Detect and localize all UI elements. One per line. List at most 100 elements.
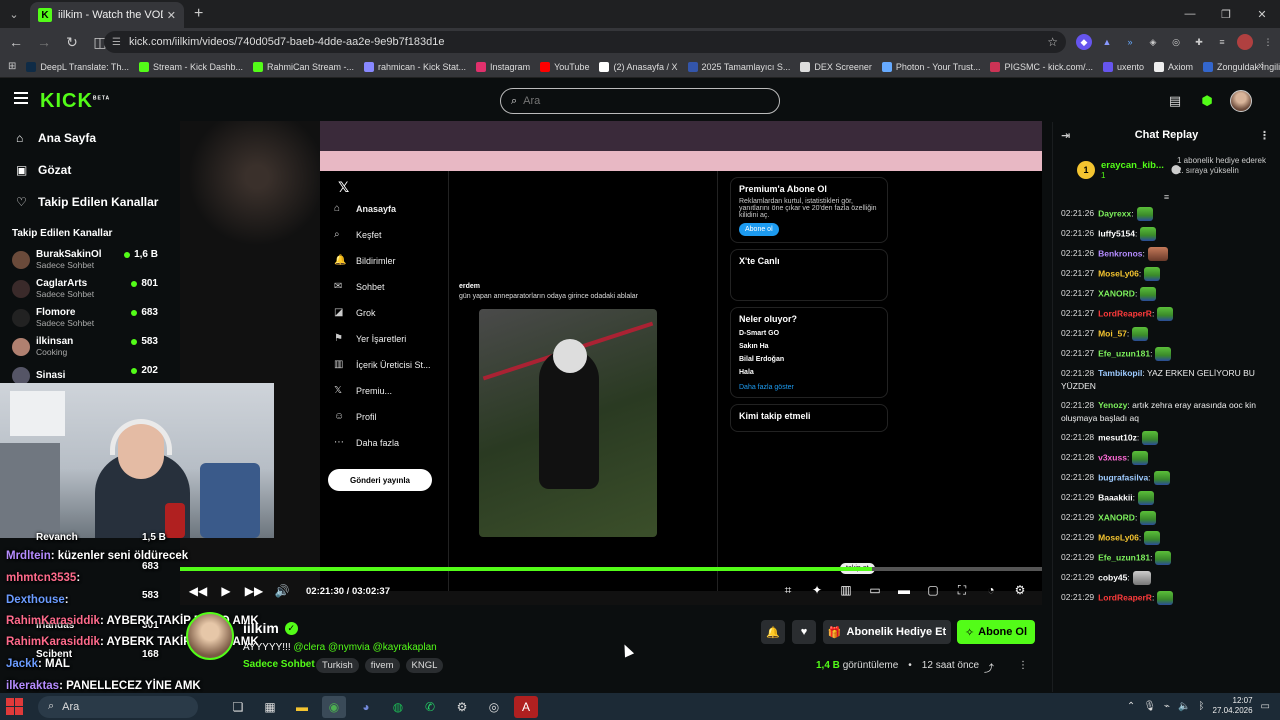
- collapse-chat-icon[interactable]: ⇥: [1061, 129, 1070, 142]
- site-info-icon[interactable]: ☰: [112, 37, 121, 48]
- obs-icon[interactable]: ◎: [482, 696, 506, 718]
- extension-icon[interactable]: ▲: [1099, 34, 1115, 50]
- settings-gear-icon[interactable]: ⚙: [1012, 583, 1028, 598]
- follow-heart-button[interactable]: ♥: [792, 620, 816, 644]
- chat-username[interactable]: MoseLy06: [1098, 268, 1139, 278]
- channel-name[interactable]: iilkim: [243, 620, 279, 636]
- back-icon[interactable]: ←: [4, 34, 28, 50]
- forward-icon[interactable]: →: [32, 34, 56, 50]
- category-link[interactable]: Sadece Sohbet: [243, 659, 315, 670]
- bookmark-item[interactable]: Zonguldak İngilizce...: [1203, 61, 1280, 72]
- user-avatar[interactable]: [1230, 90, 1252, 112]
- minimize-icon[interactable]: —: [1172, 0, 1208, 28]
- chat-username[interactable]: Efe_uzun181: [1098, 552, 1150, 562]
- extension-icon[interactable]: »: [1122, 34, 1138, 50]
- sparkle-icon[interactable]: ✦: [809, 583, 825, 598]
- stream-tag[interactable]: Turkish: [316, 658, 359, 673]
- inbox-icon[interactable]: ▤: [1166, 92, 1184, 110]
- start-windows-icon[interactable]: [6, 697, 24, 716]
- notification-bell-button[interactable]: 🔔: [761, 620, 785, 644]
- kick-rewards-icon[interactable]: ⬢: [1198, 92, 1216, 110]
- steam-icon[interactable]: ⚙: [450, 696, 474, 718]
- reading-list-icon[interactable]: ≡: [1214, 34, 1230, 50]
- stream-title-mentions[interactable]: @clera @nymvia @kayrakaplan: [293, 642, 436, 653]
- search-input[interactable]: [523, 95, 724, 107]
- seek-bar[interactable]: [180, 567, 1042, 571]
- chat-username[interactable]: mesut10z: [1098, 432, 1137, 442]
- chat-username[interactable]: Baaakkii: [1098, 492, 1133, 502]
- system-clock[interactable]: 12:07 27.04.2026: [1213, 696, 1253, 716]
- taskbar-search[interactable]: ⌕ Ara: [38, 695, 198, 718]
- chapters-icon[interactable]: ▥: [838, 583, 854, 598]
- share-icon[interactable]: ⤴: [984, 660, 994, 675]
- new-tab-button[interactable]: +: [194, 5, 203, 23]
- menu-hamburger-icon[interactable]: [14, 92, 28, 104]
- scroll-to-bottom-icon[interactable]: ≡: [1053, 192, 1280, 204]
- close-window-icon[interactable]: ✕: [1244, 0, 1280, 28]
- followed-channel[interactable]: BurakSakinOl Sadece Sohbet 1,6 B: [0, 245, 168, 274]
- bookmark-item[interactable]: YouTube: [540, 61, 589, 72]
- notifications-icon[interactable]: ▭: [1261, 701, 1270, 712]
- sidebar-item-1[interactable]: ▣ Gözat: [0, 154, 168, 186]
- chat-username[interactable]: coby45: [1098, 572, 1127, 582]
- extension-icon[interactable]: ◎: [1168, 34, 1184, 50]
- chat-menu-icon[interactable]: ⋮: [1259, 129, 1270, 142]
- tab-close-icon[interactable]: ✕: [167, 9, 176, 22]
- mic-icon[interactable]: 🎙: [1143, 701, 1156, 712]
- browser-menu-icon[interactable]: ⋮: [1260, 34, 1276, 50]
- bookmarks-more-icon[interactable]: »: [1258, 60, 1264, 72]
- task-view-icon[interactable]: ❏: [226, 696, 250, 718]
- tab-search-chevron-icon[interactable]: ⌄: [0, 0, 28, 28]
- theater-icon[interactable]: ▬: [896, 583, 912, 598]
- speed-icon[interactable]: ◔: [983, 583, 999, 598]
- gift-sub-button[interactable]: 🎁 Abonelik Hediye Et: [823, 620, 951, 644]
- chat-username[interactable]: LordReaperR: [1098, 308, 1152, 318]
- channel-avatar[interactable]: [186, 612, 234, 660]
- chat-username[interactable]: Efe_uzun181: [1098, 348, 1150, 358]
- bookmark-item[interactable]: Instagram: [476, 61, 530, 72]
- url-bar[interactable]: ☰ kick.com/iilkim/videos/740d05d7-baeb-4…: [104, 31, 1066, 53]
- more-options-icon[interactable]: ⋮: [1018, 660, 1028, 671]
- chat-username[interactable]: v3xuss: [1098, 452, 1127, 462]
- chat-username[interactable]: XANORD: [1098, 288, 1135, 298]
- bookmark-item[interactable]: Axiom: [1154, 61, 1193, 72]
- app-red-icon[interactable]: A: [514, 696, 538, 718]
- chat-username[interactable]: LordReaperR: [1098, 592, 1152, 602]
- bookmark-item[interactable]: RahmiCan Stream -...: [252, 61, 354, 72]
- leaderboard-user[interactable]: eraycan_kib...: [1101, 160, 1164, 171]
- reload-icon[interactable]: ↻: [60, 34, 84, 51]
- spotify-icon[interactable]: ◍: [386, 696, 410, 718]
- apps-grid-icon[interactable]: ⊞: [8, 61, 16, 72]
- app-icon[interactable]: ▦: [258, 696, 282, 718]
- subscribe-button[interactable]: ✧ Abone Ol: [957, 620, 1035, 644]
- followed-channel[interactable]: Flomore Sadece Sohbet 683: [0, 303, 168, 332]
- extension-icon[interactable]: ◆: [1076, 34, 1092, 50]
- chat-username[interactable]: bugrafasilva: [1098, 472, 1148, 482]
- volume-icon[interactable]: 🔊: [272, 584, 292, 598]
- video-player[interactable]: 𝕏 ⌂ Anasayfa ⌕ Keşfet 🔔 Bildirimler ✉ Sohbet ◪ Gr…: [180, 121, 1042, 605]
- chat-username[interactable]: XANORD: [1098, 512, 1135, 522]
- whatsapp-icon[interactable]: ✆: [418, 696, 442, 718]
- search-bar[interactable]: ⌕: [500, 88, 780, 114]
- sidebar-item-0[interactable]: ⌂ Ana Sayfa: [0, 122, 168, 154]
- clip-icon[interactable]: ⌗: [780, 583, 796, 598]
- bookmark-item[interactable]: PIGSMC - kick.com/...: [990, 61, 1093, 72]
- chrome-icon[interactable]: ◉: [322, 696, 346, 718]
- bookmark-item[interactable]: rahmican - Kick Stat...: [364, 61, 466, 72]
- chat-username[interactable]: Moi_57: [1098, 328, 1127, 338]
- extensions-puzzle-icon[interactable]: ✚: [1191, 34, 1207, 50]
- bookmark-item[interactable]: (2) Anasayfa / X: [599, 61, 678, 72]
- followed-channel[interactable]: ilkinsan Cooking 583: [0, 332, 168, 361]
- cast-icon[interactable]: ▢: [925, 583, 941, 598]
- chat-username[interactable]: luffy5154: [1098, 228, 1135, 238]
- bookmark-item[interactable]: 2025 Tamamlayıcı S...: [687, 61, 790, 72]
- browser-tab[interactable]: K iilkim - Watch the VOD on Kick ✕: [30, 2, 184, 28]
- chat-username[interactable]: Dayrexx: [1098, 208, 1131, 218]
- bookmark-star-icon[interactable]: ☆: [1047, 35, 1058, 49]
- miniplayer-icon[interactable]: ▭: [867, 583, 883, 598]
- chat-username[interactable]: Tambikopil: [1098, 368, 1142, 378]
- bookmark-item[interactable]: DeepL Translate: Th...: [26, 61, 129, 72]
- tray-chevron-icon[interactable]: ⌃: [1127, 701, 1135, 712]
- stream-tag[interactable]: KNGL: [405, 658, 444, 673]
- chat-username[interactable]: Benkronos: [1098, 248, 1142, 258]
